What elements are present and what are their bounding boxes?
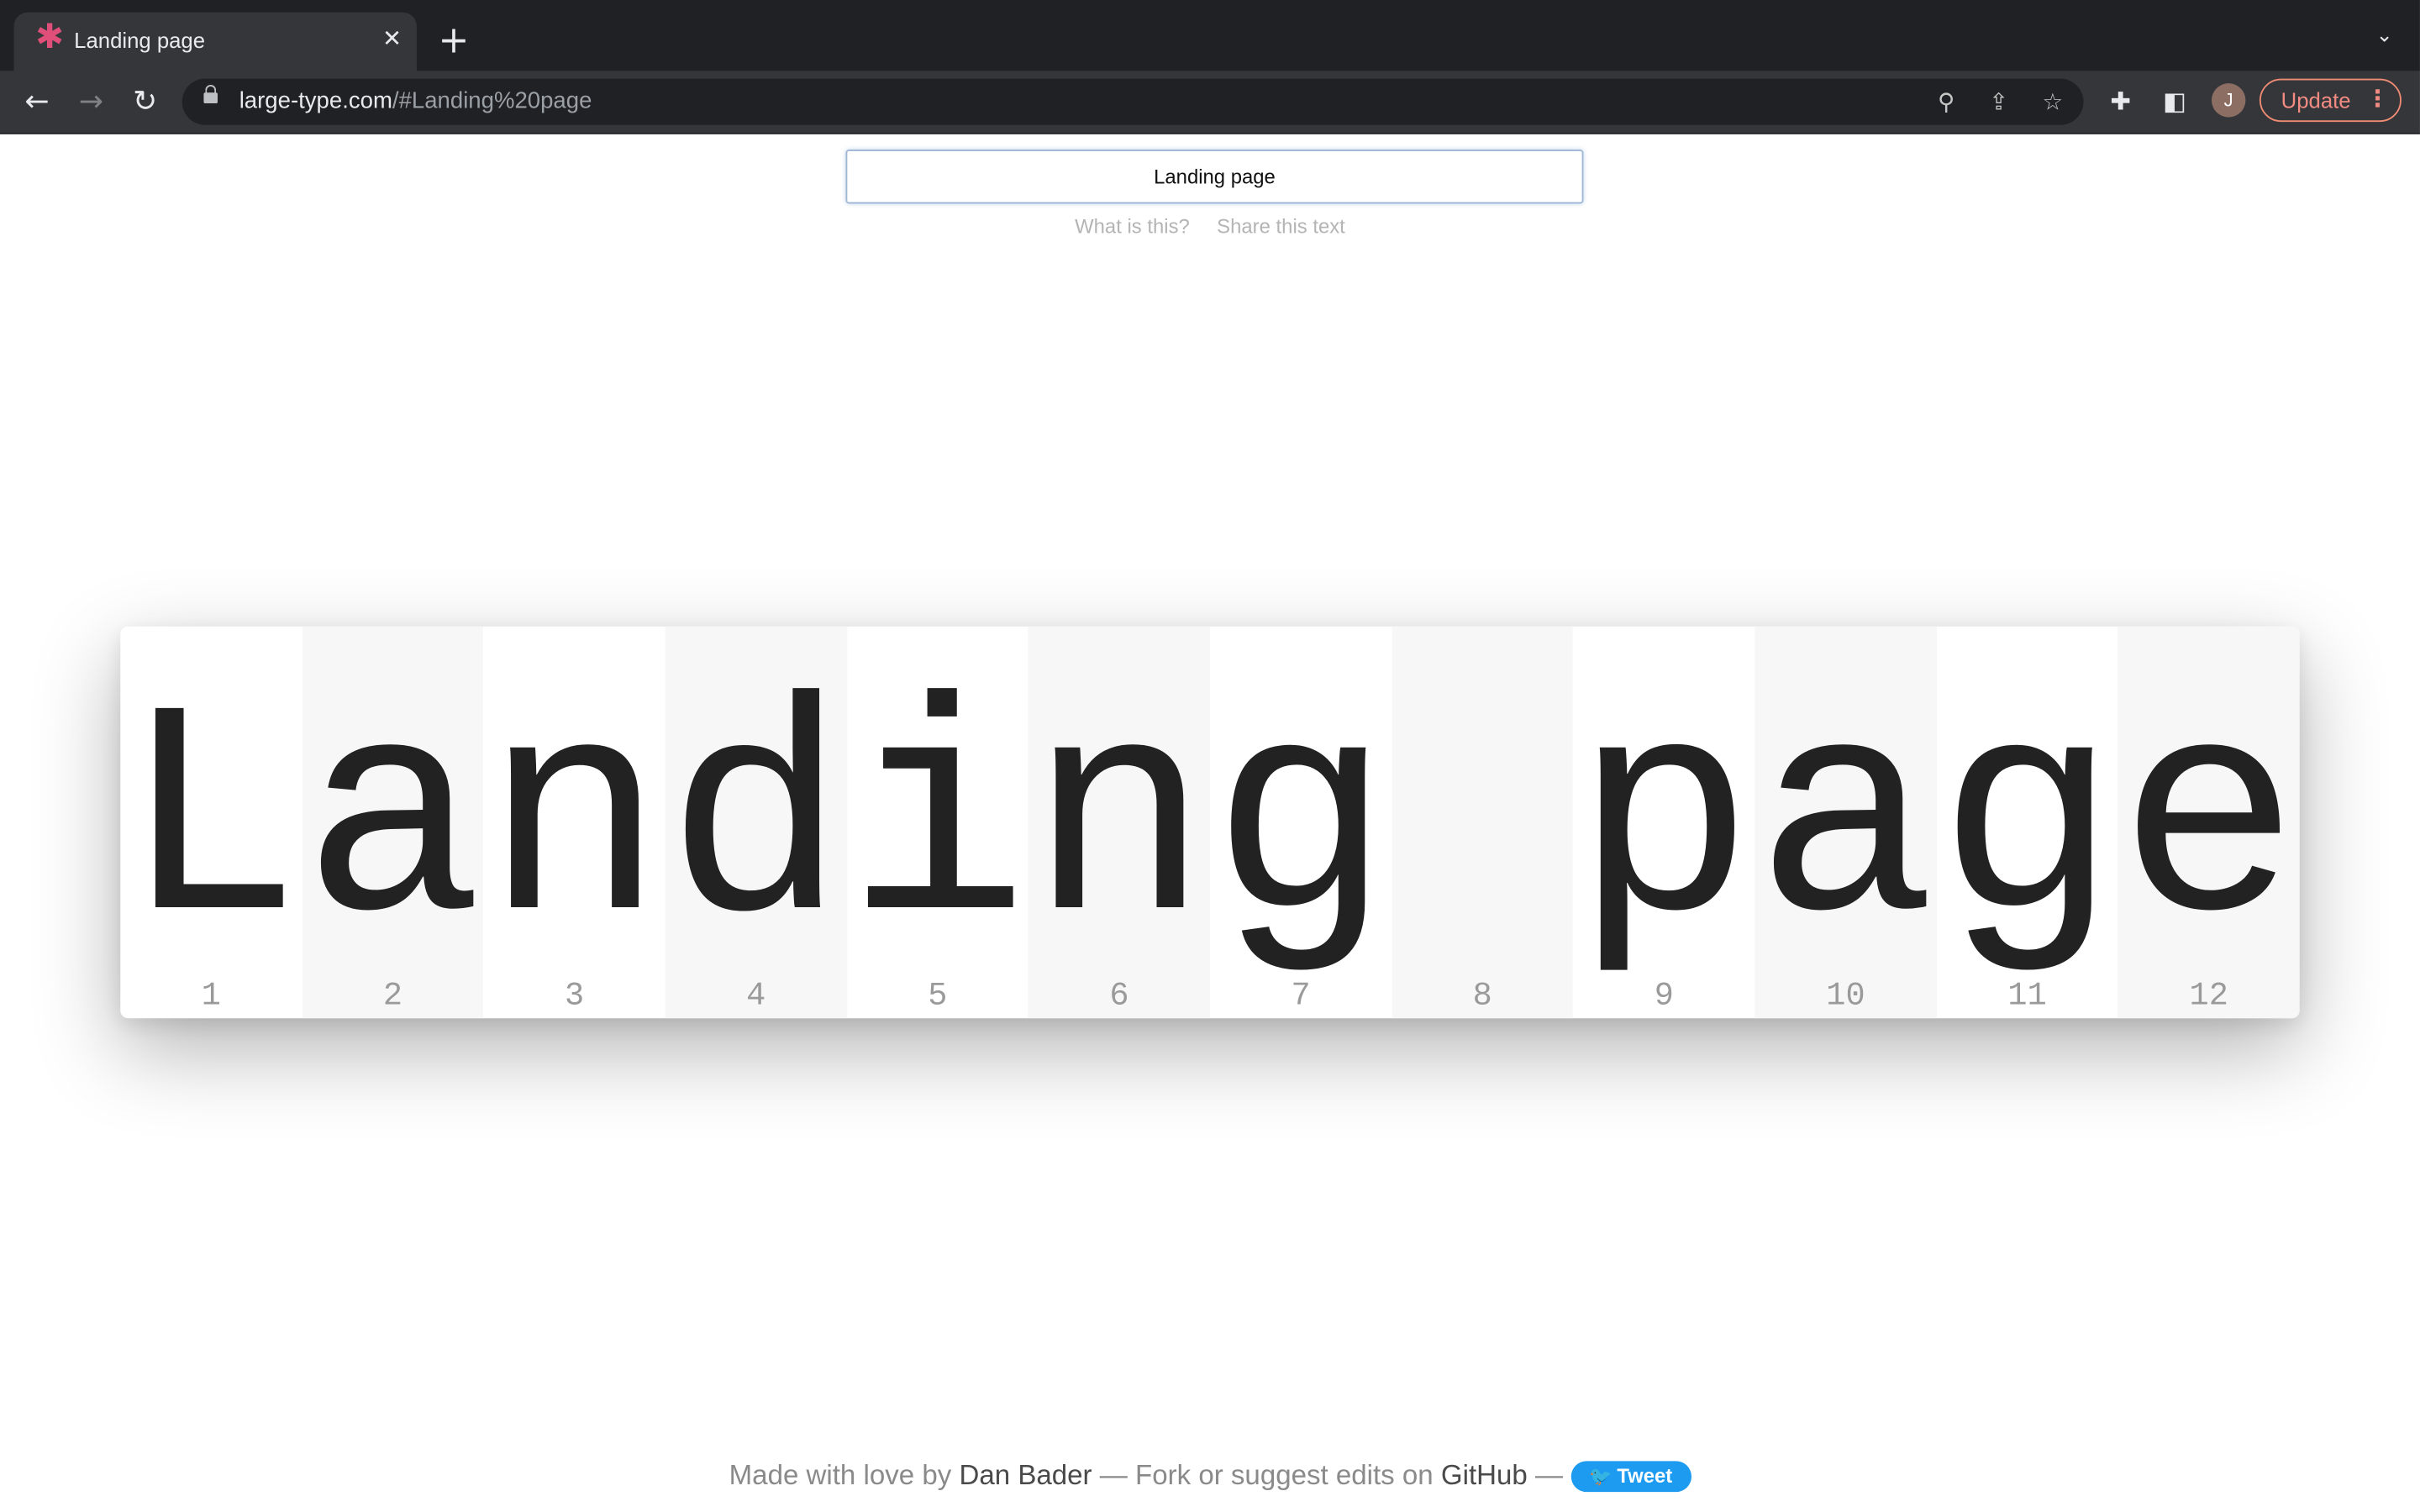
char-cell: g 11 <box>1937 627 2118 1019</box>
back-arrow-icon[interactable]: ← <box>18 83 55 120</box>
browser-toolbar: ← → ↻ large-type.com/#Landing%20page ⚲ ⇪… <box>0 71 2420 134</box>
char-cell: e 12 <box>2118 626 2300 1019</box>
made-with-text: Made with love by <box>729 1459 952 1491</box>
url-host: large-type.com <box>239 87 392 114</box>
github-link[interactable]: GitHub <box>1441 1460 1528 1491</box>
what-is-this-link[interactable]: What is this? <box>1075 214 1190 238</box>
share-this-text-link[interactable]: Share this text <box>1217 214 1345 238</box>
update-button[interactable]: Update ⋮ <box>2259 78 2402 123</box>
char-cell: d4 <box>665 626 847 1019</box>
zoom-search-icon[interactable]: ⚲ <box>1929 85 1963 118</box>
char-index: 9 <box>1654 979 1674 1016</box>
char-cell: a2 <box>302 626 484 1019</box>
tab-title: Landing page <box>74 28 206 53</box>
char-index: 10 <box>1826 979 1865 1016</box>
char-glyph: p <box>1573 655 1755 999</box>
address-bar[interactable]: large-type.com/#Landing%20page ⚲ ⇪ ☆ <box>182 78 2084 125</box>
char-index: 11 <box>2007 979 2047 1016</box>
char-index: 5 <box>928 979 948 1016</box>
tab-bar: ✱ Landing page ✕ + ⌄ <box>0 0 2420 71</box>
char-glyph: a <box>1754 655 1937 999</box>
sub-links: What is this? Share this text <box>0 214 2420 242</box>
url-text[interactable]: large-type.com/#Landing%20page <box>239 88 592 114</box>
side-panel-icon[interactable]: ◧ <box>2156 83 2193 120</box>
char-cell: 8 <box>1392 626 1574 1019</box>
browser-tab[interactable]: ✱ Landing page ✕ <box>13 12 417 71</box>
fork-text: — Fork or suggest edits on <box>1099 1459 1434 1491</box>
avatar[interactable]: J <box>2211 83 2246 118</box>
char-glyph: d <box>665 655 847 999</box>
char-cell: g7 <box>1210 627 1392 1019</box>
plus-icon[interactable]: + <box>437 22 471 59</box>
char-cell: p9 <box>1573 627 1754 1019</box>
char-glyph: g <box>1210 655 1392 999</box>
author-link[interactable]: Dan Bader <box>959 1460 1092 1491</box>
char-index: 2 <box>382 979 403 1016</box>
char-cell: n3 <box>484 627 666 1019</box>
asterisk-icon: ✱ <box>35 18 65 57</box>
char-glyph: e <box>2118 655 2300 999</box>
star-icon[interactable]: ☆ <box>2036 85 2070 118</box>
close-icon[interactable]: ✕ <box>380 26 404 50</box>
char-index: 1 <box>201 979 221 1016</box>
char-glyph: g <box>1936 655 2118 999</box>
char-cell: L1 <box>120 627 302 1019</box>
char-index: 6 <box>1109 979 1129 1016</box>
chevron-down-icon[interactable]: ⌄ <box>2374 25 2396 48</box>
char-index: 7 <box>1291 979 1311 1016</box>
char-index: 4 <box>746 979 766 1016</box>
char-glyph: a <box>302 655 484 999</box>
forward-arrow-icon[interactable]: → <box>72 83 109 120</box>
large-type-input[interactable] <box>845 150 1584 204</box>
char-glyph: L <box>120 655 302 999</box>
char-cell: a 10 <box>1754 626 1937 1019</box>
tweet-button[interactable]: 🐦 Tweet <box>1570 1461 1691 1493</box>
char-cell: i5 <box>847 627 1028 1019</box>
large-type-display: L1a2n3d4i5n6g7 8 p 9 a 10 g 11 e 12 <box>120 626 2300 1019</box>
char-glyph: n <box>483 655 666 999</box>
char-index: 12 <box>2189 979 2228 1016</box>
update-label: Update <box>2281 87 2351 113</box>
url-path: /#Landing%20page <box>392 87 592 114</box>
reload-icon[interactable]: ↻ <box>127 83 164 120</box>
lock-icon[interactable] <box>203 85 218 104</box>
char-cell: n6 <box>1028 626 1211 1019</box>
kebab-menu-icon[interactable]: ⋮ <box>2366 85 2390 113</box>
tweet-label: Tweet <box>1617 1464 1673 1488</box>
share-icon[interactable]: ⇪ <box>1981 85 2015 118</box>
footer-dash: — <box>1535 1459 1564 1491</box>
char-glyph: i <box>846 655 1028 999</box>
char-index: 8 <box>1472 979 1492 1016</box>
char-glyph <box>1392 675 1573 984</box>
twitter-bird-icon: 🐦 <box>1589 1465 1612 1488</box>
footer: Made with love by Dan Bader — Fork or su… <box>0 1460 2420 1500</box>
char-glyph: n <box>1028 655 1210 999</box>
char-index: 3 <box>565 979 585 1016</box>
extensions-puzzle-icon[interactable]: ✚ <box>2102 83 2139 120</box>
